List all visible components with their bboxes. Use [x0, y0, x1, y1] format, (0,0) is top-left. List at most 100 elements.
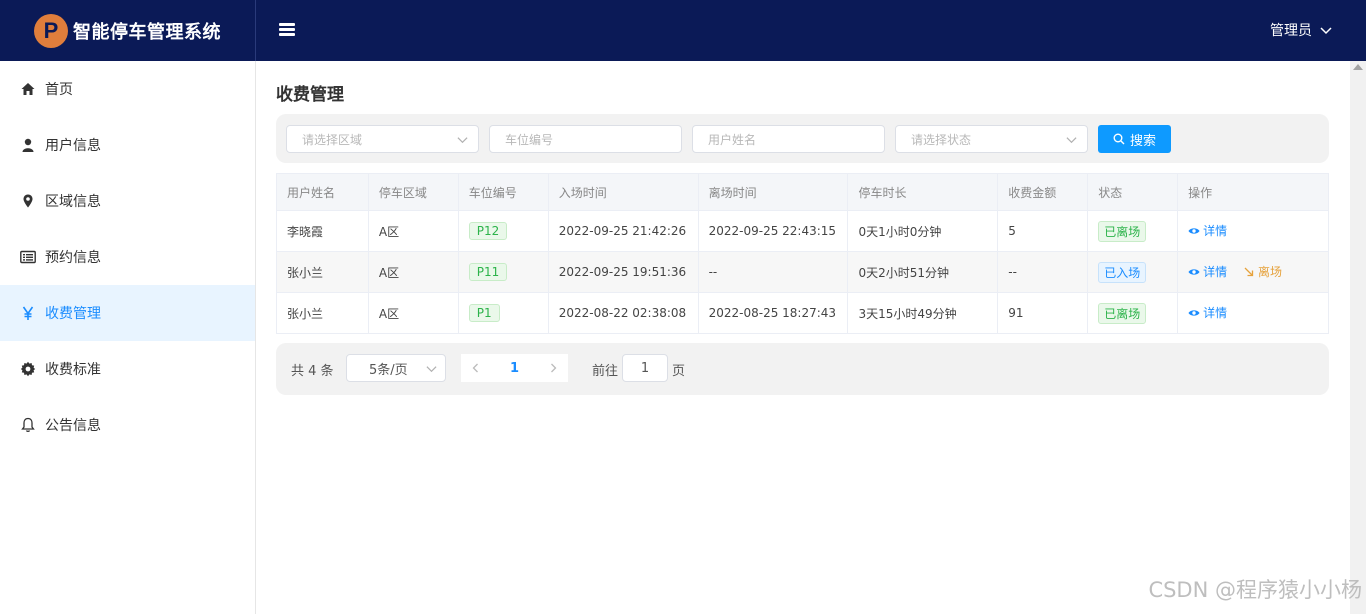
cell-in-time: 2022-08-22 02:38:08 [547, 292, 699, 334]
cell-actions: 详情 [1177, 292, 1329, 334]
area-select-placeholder: 请选择区域 [302, 132, 363, 147]
filter-bar: 请选择区域 车位编号 用户姓名 请选择状态 搜索 [276, 114, 1329, 163]
leave-button-label: 离场 [1257, 265, 1282, 280]
detail-button-label: 详情 [1203, 265, 1228, 280]
column-header: 操作 [1177, 173, 1329, 211]
location-icon [20, 193, 36, 209]
page-title: 收费管理 [276, 85, 344, 105]
sidebar-item-label: 收费标准 [45, 362, 101, 378]
status-select[interactable]: 请选择状态 [895, 125, 1088, 153]
cell-slot: P12 [457, 210, 549, 252]
detail-button[interactable]: 详情 [1188, 304, 1227, 321]
cell-status: 已离场 [1087, 210, 1179, 252]
status-badge: 已入场 [1098, 261, 1147, 283]
cell-duration: 3天15小时49分钟 [847, 292, 999, 334]
cell-actions: 详情 [1177, 210, 1329, 252]
sidebar-item-reservations[interactable]: 预约信息 [0, 229, 255, 285]
sidebar-item-home[interactable]: 首页 [0, 61, 255, 117]
status-badge: 已离场 [1098, 302, 1147, 324]
list-card-icon [20, 249, 36, 265]
detail-button-label: 详情 [1203, 306, 1228, 321]
charges-table: 用户姓名 停车区域 车位编号 入场时间 离场时间 停车时长 收费金额 状态 操作… [276, 173, 1329, 334]
cell-fee: 91 [997, 292, 1089, 334]
slot-number-input[interactable]: 车位编号 [489, 125, 682, 153]
app-title: 智能停车管理系统 [73, 21, 221, 43]
home-icon [20, 81, 36, 97]
user-menu[interactable]: 管理员 [1270, 20, 1332, 40]
watermark: CSDN @程序猿小小杨 [1148, 578, 1362, 602]
chevron-down-icon [1066, 137, 1077, 144]
chevron-down-icon [1320, 27, 1332, 35]
sidebar-item-label: 预约信息 [45, 250, 101, 266]
sidebar-item-label: 用户信息 [45, 138, 101, 154]
brand: P 智能停车管理系统 [0, 0, 256, 61]
eye-icon [1188, 228, 1200, 234]
page-size-value: 5条/页 [369, 362, 408, 378]
pagination: 共 4 条 5条/页 1 前往 1 页 [276, 343, 1329, 395]
status-badge: 已离场 [1098, 220, 1147, 242]
cell-duration: 0天1小时0分钟 [847, 210, 999, 252]
cell-area: A区 [367, 292, 459, 334]
column-header: 入场时间 [547, 173, 699, 211]
user-icon [20, 137, 36, 153]
cell-out-time: -- [697, 251, 849, 293]
eye-icon [1188, 269, 1200, 275]
slot-tag: P12 [468, 222, 508, 240]
prev-page-icon[interactable] [471, 363, 481, 373]
sidebar-item-fee-standards[interactable]: 收费标准 [0, 341, 255, 397]
eye-icon [1188, 310, 1200, 316]
cell-duration: 0天2小时51分钟 [847, 251, 999, 293]
cell-in-time: 2022-09-25 21:42:26 [547, 210, 699, 252]
sidebar-item-areas[interactable]: 区域信息 [0, 173, 255, 229]
top-header: P 智能停车管理系统 管理员 [0, 0, 1366, 61]
goto-label: 前往 [592, 364, 619, 379]
username-placeholder: 用户姓名 [708, 132, 757, 147]
scrollbar[interactable] [1350, 61, 1366, 614]
leave-button[interactable]: 离场 [1243, 263, 1282, 280]
cell-slot: P11 [457, 251, 549, 293]
page-number-current[interactable]: 1 [510, 361, 519, 376]
total-count: 共 4 条 [291, 364, 334, 379]
column-header: 离场时间 [697, 173, 849, 211]
cell-slot: P1 [457, 292, 549, 334]
search-icon [1113, 133, 1125, 145]
column-header: 车位编号 [457, 173, 549, 211]
column-header: 用户姓名 [276, 173, 369, 211]
sidebar-item-announcements[interactable]: 公告信息 [0, 397, 255, 453]
sidebar-item-label: 区域信息 [45, 194, 101, 210]
page-size-select[interactable]: 5条/页 [346, 354, 446, 382]
area-select[interactable]: 请选择区域 [286, 125, 479, 153]
table-row: 张小兰 A区 P1 2022-08-22 02:38:08 2022-08-25… [276, 292, 1329, 334]
username-input[interactable]: 用户姓名 [692, 125, 885, 153]
chevron-down-icon [426, 366, 437, 373]
sidebar-item-users[interactable]: 用户信息 [0, 117, 255, 173]
detail-button[interactable]: 详情 [1188, 222, 1227, 239]
detail-button-label: 详情 [1203, 224, 1228, 239]
table-row: 李晓霞 A区 P12 2022-09-25 21:42:26 2022-09-2… [276, 210, 1329, 252]
scroll-up-arrow-icon[interactable] [1353, 64, 1363, 70]
arrow-down-right-icon [1244, 267, 1254, 276]
sidebar-item-label: 收费管理 [45, 306, 101, 322]
cell-user: 李晓霞 [276, 210, 369, 252]
cell-area: A区 [367, 210, 459, 252]
main-content: 收费管理 请选择区域 车位编号 用户姓名 请选择状态 搜索 用户姓名 停车区域 [256, 61, 1350, 614]
sidebar-item-charges[interactable]: 收费管理 [0, 285, 255, 341]
cell-fee: 5 [997, 210, 1089, 252]
column-header: 停车时长 [847, 173, 999, 211]
detail-button[interactable]: 详情 [1188, 263, 1227, 280]
cell-area: A区 [367, 251, 459, 293]
gear-icon [20, 361, 36, 377]
table-row: 张小兰 A区 P11 2022-09-25 19:51:36 -- 0天2小时5… [276, 251, 1329, 293]
search-button[interactable]: 搜索 [1098, 125, 1171, 153]
slot-number-placeholder: 车位编号 [505, 132, 554, 147]
next-page-icon[interactable] [548, 363, 558, 373]
status-select-placeholder: 请选择状态 [911, 132, 972, 147]
table-header-row: 用户姓名 停车区域 车位编号 入场时间 离场时间 停车时长 收费金额 状态 操作 [276, 173, 1329, 211]
logo-icon: P [34, 13, 68, 48]
goto-page-input[interactable]: 1 [622, 354, 668, 382]
yen-icon [20, 305, 36, 321]
search-button-label: 搜索 [1129, 133, 1156, 149]
menu-toggle-icon[interactable] [279, 23, 295, 37]
cell-out-time: 2022-09-25 22:43:15 [697, 210, 849, 252]
sidebar-item-label: 公告信息 [45, 418, 101, 434]
